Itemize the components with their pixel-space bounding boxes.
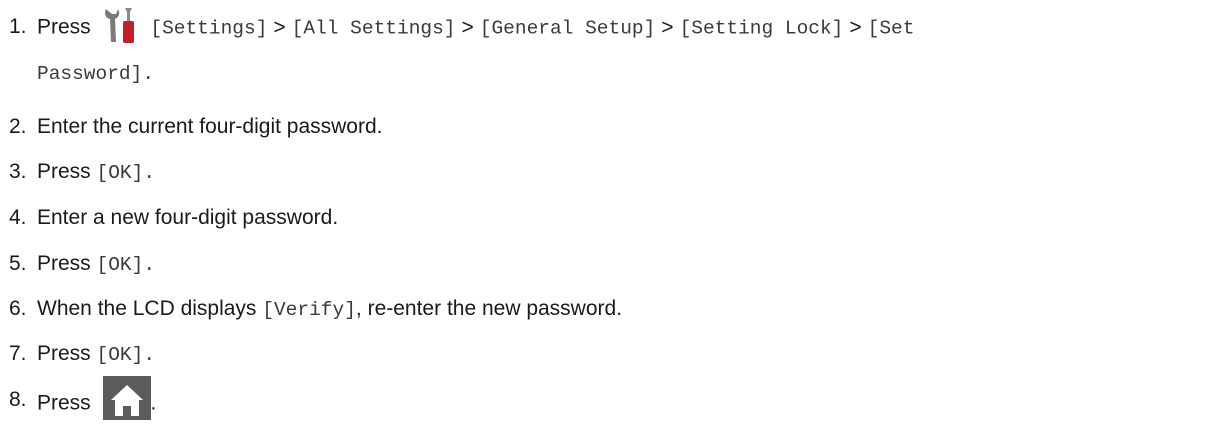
menu-path-setting-lock: [Setting Lock] xyxy=(679,17,844,40)
step-1: 1. Press [Settings] > [All Settings] > [Gene… xyxy=(0,6,915,47)
path-separator: > xyxy=(461,15,474,39)
home-icon xyxy=(102,376,151,420)
step-text-suffix: , re-enter the new password. xyxy=(355,297,623,320)
step-number: 6. xyxy=(9,297,27,320)
step-6: 6. When the LCD displays [Verify], re-en… xyxy=(0,291,622,328)
step-number: 1. xyxy=(9,15,27,38)
step-text: Press xyxy=(37,342,91,365)
ok-button-label: [OK]. xyxy=(96,344,156,366)
step-number: 2. xyxy=(9,115,27,138)
menu-path-set-password: [Set xyxy=(867,17,915,40)
step-3: 3. Press [OK]. xyxy=(0,154,155,191)
settings-icon xyxy=(103,6,137,44)
step-5: 5. Press [OK]. xyxy=(0,246,155,283)
menu-path-settings: [Settings] xyxy=(150,17,268,40)
step-text: Press xyxy=(37,391,91,415)
ok-button-label: [OK]. xyxy=(96,254,156,276)
step-1-continued: Password]. xyxy=(0,55,154,92)
verify-label: [Verify] xyxy=(262,299,356,321)
step-8: 8. Press . xyxy=(0,376,157,426)
ok-button-label: [OK]. xyxy=(96,162,156,184)
path-separator: > xyxy=(273,15,286,39)
step-text: When the LCD displays xyxy=(37,297,257,320)
step-text: Enter the current four-digit password. xyxy=(37,115,383,138)
menu-path-all-settings: [All Settings] xyxy=(291,17,456,40)
step-number: 4. xyxy=(9,206,27,229)
step-4: 4. Enter a new four-digit password. xyxy=(0,200,338,235)
path-separator: > xyxy=(661,15,674,39)
step-text: Enter a new four-digit password. xyxy=(37,206,339,229)
menu-path-set-password-cont: Password]. xyxy=(37,63,155,85)
menu-path-general-setup: [General Setup] xyxy=(479,17,656,40)
step-7: 7. Press [OK]. xyxy=(0,336,155,373)
step-text: Press xyxy=(37,252,91,275)
step-number: 3. xyxy=(9,160,27,183)
step-number: 8. xyxy=(9,388,27,411)
step-2: 2. Enter the current four-digit password… xyxy=(0,109,383,144)
step-text: Press xyxy=(37,15,91,39)
step-text-suffix: . xyxy=(150,391,157,415)
step-number: 7. xyxy=(9,342,27,365)
step-text: Press xyxy=(37,160,91,183)
step-number: 5. xyxy=(9,252,27,275)
path-separator: > xyxy=(849,15,862,39)
